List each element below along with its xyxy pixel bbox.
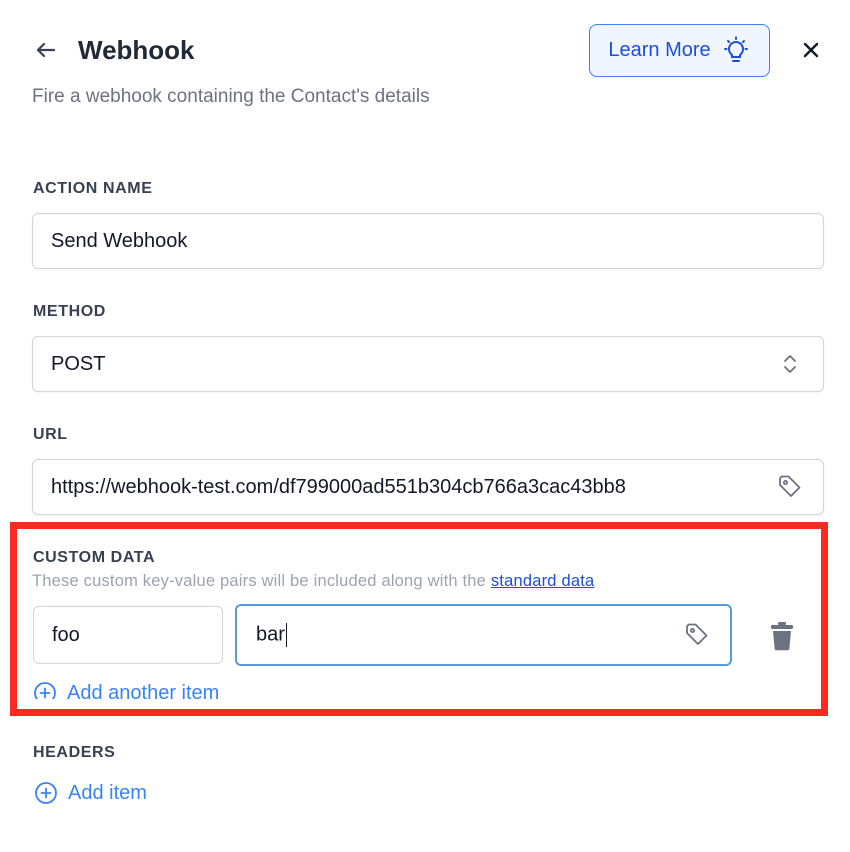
page-title: Webhook	[78, 35, 195, 65]
plus-circle-icon	[35, 782, 57, 804]
headers-label: HEADERS	[33, 744, 116, 761]
action-name-label: ACTION NAME	[33, 180, 153, 197]
custom-data-description-text: These custom key-value pairs will be inc…	[32, 572, 491, 590]
url-label: URL	[33, 426, 68, 443]
custom-data-description: These custom key-value pairs will be inc…	[32, 572, 594, 591]
add-another-item-label: Add another item	[67, 681, 220, 700]
custom-data-value-input[interactable]: bar	[235, 604, 732, 666]
add-another-item-button[interactable]: Add another item	[33, 681, 219, 699]
lightbulb-icon	[723, 36, 748, 62]
url-value: https://webhook-test.com/df799000ad551b3…	[51, 475, 626, 498]
action-name-input[interactable]: Send Webhook	[32, 213, 824, 269]
page-subtitle: Fire a webhook containing the Contact's …	[32, 86, 430, 107]
add-header-item-button[interactable]: Add item	[34, 781, 147, 805]
plus-circle-icon	[34, 682, 56, 699]
trash-icon	[771, 622, 793, 651]
learn-more-label: Learn More	[608, 39, 711, 61]
custom-data-value-text: bar	[256, 623, 285, 646]
custom-data-key-value: foo	[52, 623, 80, 646]
learn-more-button[interactable]: Learn More	[589, 24, 770, 77]
tag-icon[interactable]	[775, 472, 805, 502]
standard-data-link[interactable]: standard data	[491, 572, 595, 590]
custom-data-label: CUSTOM DATA	[33, 549, 156, 566]
text-caret	[285, 623, 288, 647]
method-selected-value: POST	[51, 352, 106, 375]
close-button[interactable]	[797, 36, 825, 64]
add-header-item-label: Add item	[68, 781, 147, 804]
delete-item-button[interactable]	[766, 619, 798, 653]
close-icon	[803, 42, 819, 58]
action-name-value: Send Webhook	[51, 229, 188, 252]
back-button[interactable]	[32, 36, 60, 64]
panel-header: Webhook Learn More	[32, 24, 826, 80]
custom-data-key-input[interactable]: foo	[33, 606, 223, 664]
tag-icon[interactable]	[682, 620, 712, 650]
back-arrow-icon	[36, 42, 56, 58]
url-input[interactable]: https://webhook-test.com/df799000ad551b3…	[32, 459, 824, 515]
method-label: METHOD	[33, 303, 106, 320]
add-another-item-clip: Add another item	[33, 680, 293, 699]
method-select[interactable]: POST	[32, 336, 824, 392]
chevron-updown-icon	[775, 349, 805, 379]
